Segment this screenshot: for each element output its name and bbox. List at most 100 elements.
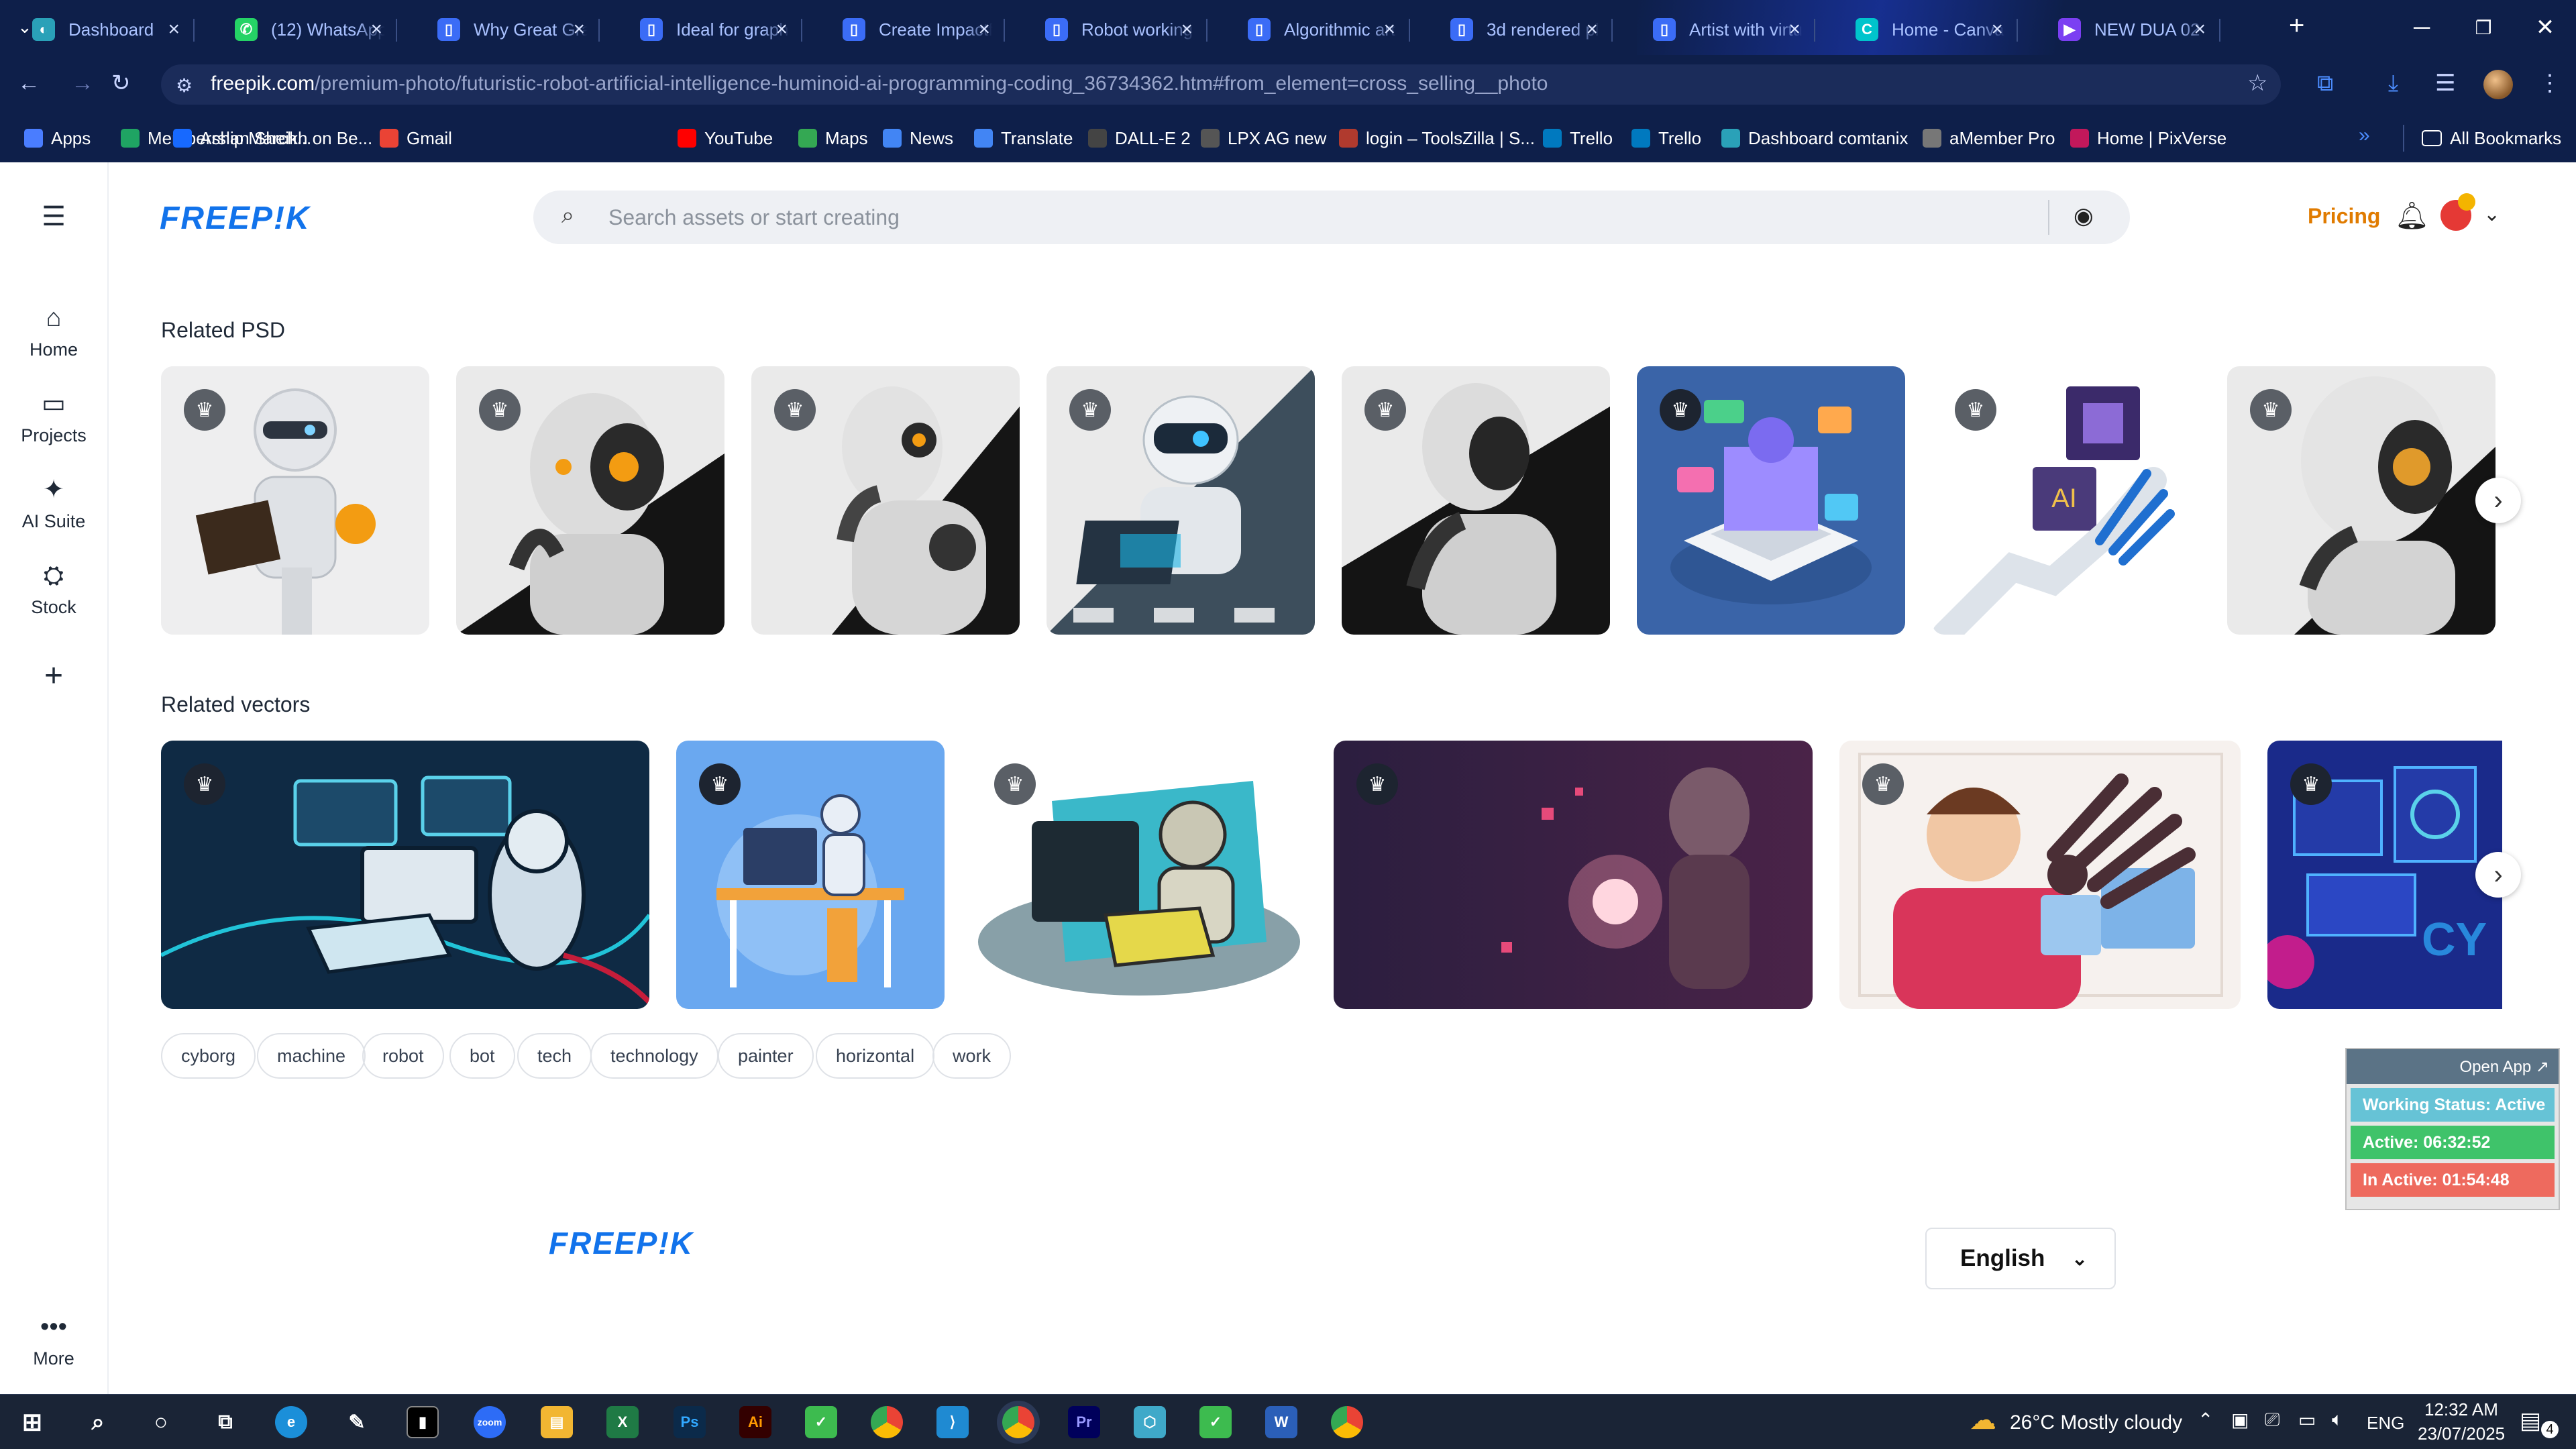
- freepik-logo[interactable]: FREEP!K: [160, 200, 311, 237]
- reload-icon[interactable]: ↻: [111, 70, 131, 97]
- psd-card-4[interactable]: ♛: [1046, 366, 1315, 635]
- photoshop-icon[interactable]: Ps: [674, 1406, 706, 1438]
- bookmark-star-icon[interactable]: ☆: [2247, 70, 2267, 97]
- screen-icon[interactable]: ⎚: [2265, 1409, 2279, 1431]
- rail-add-button[interactable]: +: [0, 657, 107, 694]
- edge-icon[interactable]: e: [275, 1406, 307, 1438]
- browser-menu-icon[interactable]: ⋮: [2538, 70, 2561, 97]
- bookmark-item[interactable]: Apps: [24, 126, 91, 150]
- windows-start-icon[interactable]: ⊞: [16, 1406, 48, 1438]
- close-tab-icon[interactable]: ×: [1181, 17, 1193, 42]
- weather-icon[interactable]: ☁︎: [1970, 1405, 1996, 1436]
- notifications-bell-icon[interactable]: 🔔︎: [2395, 200, 2429, 231]
- psd-card-1[interactable]: ♛: [161, 366, 429, 635]
- close-window-button[interactable]: ✕: [2514, 0, 2576, 55]
- psd-card-2[interactable]: ♛: [456, 366, 724, 635]
- downloads-icon[interactable]: ⤓: [2388, 70, 2398, 97]
- language-indicator[interactable]: ENG: [2367, 1413, 2404, 1434]
- profile-avatar[interactable]: [2483, 70, 2513, 99]
- camera-search-icon[interactable]: ◉: [2074, 203, 2094, 229]
- rail-item-projects[interactable]: ▭ Projects: [0, 389, 107, 446]
- psd-card-8[interactable]: ♛: [2227, 366, 2496, 635]
- footer-freepik-logo[interactable]: FREEP!K: [549, 1225, 694, 1261]
- psd-card-5[interactable]: ♛: [1342, 366, 1610, 635]
- bookmark-item[interactable]: Trello: [1543, 126, 1613, 150]
- browser-tab[interactable]: ◐ Dashboard ×: [0, 9, 195, 50]
- chrome-active-icon[interactable]: [1002, 1406, 1034, 1438]
- close-tab-icon[interactable]: ×: [1586, 17, 1598, 42]
- browser-tab[interactable]: C Home - Canva ×: [1823, 9, 2018, 50]
- tag-chip-tech[interactable]: tech: [517, 1033, 592, 1079]
- excel-icon[interactable]: X: [606, 1406, 639, 1438]
- vector-card-2[interactable]: ♛: [676, 741, 945, 1009]
- browser-tab[interactable]: ▯ Algorithmic art ×: [1216, 9, 1410, 50]
- task-view-icon[interactable]: ⧉: [209, 1406, 241, 1438]
- close-tab-icon[interactable]: ×: [1788, 17, 1801, 42]
- minimize-button[interactable]: ─: [2391, 0, 2453, 55]
- bookmark-item[interactable]: DALL-E 2: [1088, 126, 1191, 150]
- close-tab-icon[interactable]: ×: [1383, 17, 1395, 42]
- browser-tab[interactable]: ▯ Robot working ×: [1013, 9, 1208, 50]
- tag-chip-machine[interactable]: machine: [257, 1033, 366, 1079]
- bookmark-item[interactable]: YouTube: [678, 126, 773, 150]
- browser-tab[interactable]: ▯ Ideal for graph ×: [608, 9, 802, 50]
- tray-chevron-icon[interactable]: ⌃: [2198, 1409, 2213, 1431]
- restore-button[interactable]: ❐: [2453, 0, 2514, 55]
- browser-tab[interactable]: ▯ 3d rendered pl ×: [1418, 9, 1613, 50]
- extensions-icon[interactable]: ⧉: [2317, 70, 2333, 97]
- tag-chip-work[interactable]: work: [932, 1033, 1012, 1079]
- bookmark-item[interactable]: Trello: [1631, 126, 1701, 150]
- network-icon[interactable]: ▭: [2298, 1409, 2316, 1431]
- chrome-2-icon[interactable]: [1331, 1406, 1363, 1438]
- illustrator-icon[interactable]: Ai: [739, 1406, 771, 1438]
- bookmark-item[interactable]: Arslan Sheikh on Be...: [173, 126, 372, 150]
- rail-item-stock[interactable]: ⛭ Stock: [0, 561, 107, 618]
- hexagon-app-icon[interactable]: ⬡: [1134, 1406, 1166, 1438]
- close-tab-icon[interactable]: ×: [370, 17, 382, 42]
- clock-time[interactable]: 12:32 AM: [2424, 1399, 2498, 1420]
- bookmark-item[interactable]: Dashboard comtanix: [1721, 126, 1908, 150]
- close-tab-icon[interactable]: ×: [168, 17, 180, 42]
- browser-tab[interactable]: ▯ Create Impactf ×: [810, 9, 1005, 50]
- bookmark-item[interactable]: Home | PixVerse: [2070, 126, 2226, 150]
- taskbar-search-icon[interactable]: ⌕: [82, 1406, 114, 1438]
- forward-icon[interactable]: →: [71, 70, 94, 97]
- bookmark-item[interactable]: LPX AG new: [1201, 126, 1326, 150]
- tag-chip-cyborg[interactable]: cyborg: [161, 1033, 256, 1079]
- rail-item-more[interactable]: ••• More: [0, 1312, 107, 1369]
- meet-now-icon[interactable]: ▣: [2231, 1409, 2249, 1431]
- bookmark-item[interactable]: login – ToolsZilla | S...: [1339, 126, 1535, 150]
- close-tab-icon[interactable]: ×: [1991, 17, 2003, 42]
- word-icon[interactable]: W: [1265, 1406, 1297, 1438]
- search-bar[interactable]: ⌕ Search assets or start creating ◉: [533, 191, 2130, 244]
- tag-chip-bot[interactable]: bot: [449, 1033, 515, 1079]
- psd-card-7[interactable]: AI ♛: [1932, 366, 2200, 635]
- zoom-icon[interactable]: zoom: [474, 1406, 506, 1438]
- chrome-icon[interactable]: [871, 1406, 903, 1438]
- tag-chip-horizontal[interactable]: horizontal: [816, 1033, 935, 1079]
- vector-card-3[interactable]: ♛: [971, 741, 1313, 1009]
- open-app-button[interactable]: Open App ↗: [2347, 1049, 2559, 1084]
- tag-chip-painter[interactable]: painter: [718, 1033, 814, 1079]
- pen-icon[interactable]: ✎: [341, 1406, 373, 1438]
- cortana-icon[interactable]: ○: [145, 1406, 177, 1438]
- rail-item-ai-suite[interactable]: ✦ AI Suite: [0, 475, 107, 532]
- all-bookmarks-button[interactable]: All Bookmarks: [2422, 126, 2561, 150]
- notification-center-icon[interactable]: ▤: [2520, 1407, 2541, 1434]
- bookmark-item[interactable]: Gmail: [380, 126, 452, 150]
- rail-item-home[interactable]: ⌂ Home: [0, 303, 107, 360]
- browser-tab[interactable]: ▯ Artist with virtu ×: [1621, 9, 1815, 50]
- browser-tab[interactable]: ✆ (12) WhatsApp ×: [203, 9, 397, 50]
- close-tab-icon[interactable]: ×: [978, 17, 990, 42]
- browser-tab[interactable]: ▯ Why Great Gra ×: [405, 9, 600, 50]
- close-tab-icon[interactable]: ×: [2194, 17, 2206, 42]
- psd-next-arrow-icon[interactable]: ›: [2475, 478, 2521, 523]
- language-selector[interactable]: English ⌄: [1925, 1228, 2116, 1289]
- menu-hamburger-icon[interactable]: ☰: [0, 201, 107, 232]
- clock-date[interactable]: 23/07/2025: [2418, 1424, 2505, 1444]
- back-icon[interactable]: ←: [17, 70, 40, 97]
- tag-chip-technology[interactable]: technology: [590, 1033, 718, 1079]
- green-app-icon[interactable]: ✓: [805, 1406, 837, 1438]
- bookmark-item[interactable]: News: [883, 126, 953, 150]
- bookmark-item[interactable]: Maps: [798, 126, 868, 150]
